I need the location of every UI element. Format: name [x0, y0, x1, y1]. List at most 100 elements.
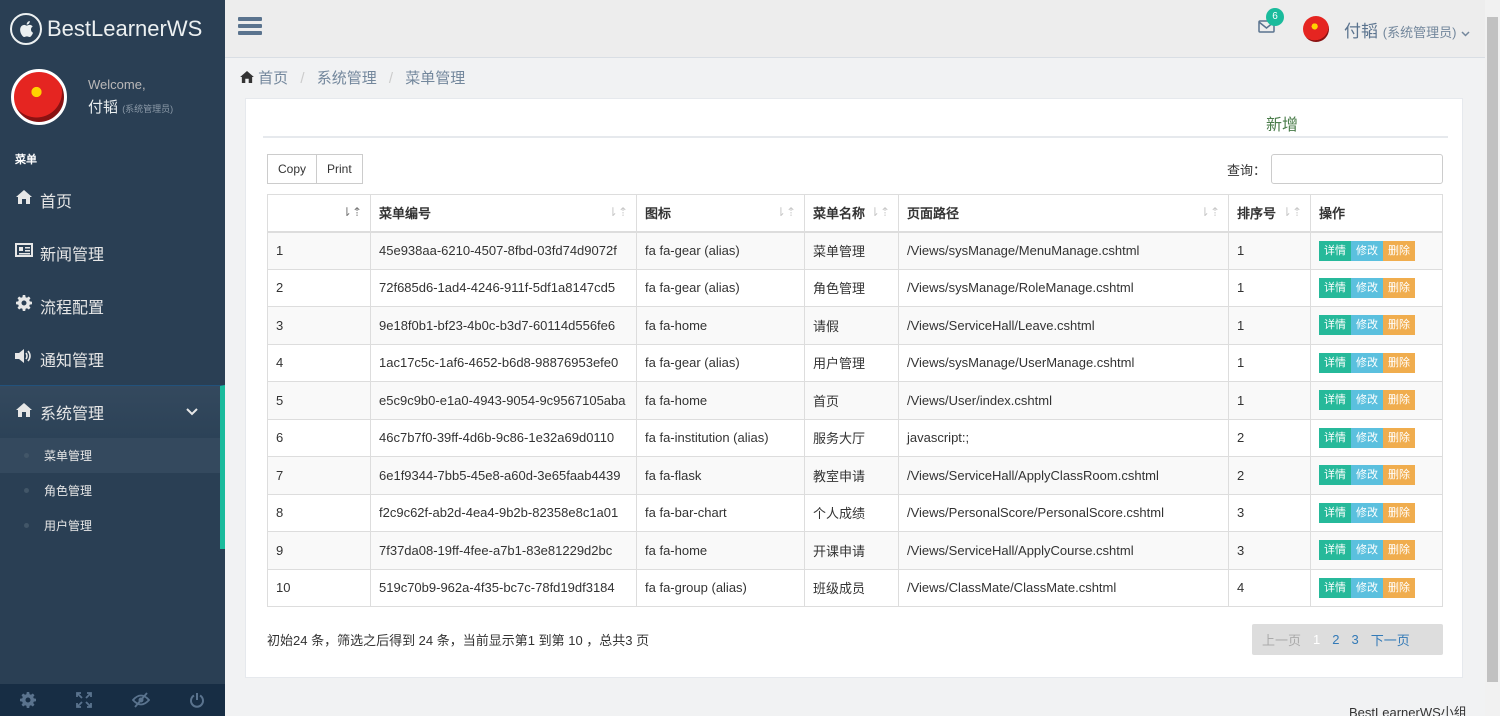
- submenu-item-role[interactable]: 角色管理: [0, 473, 220, 508]
- sidebar-item-news[interactable]: 新闻管理: [0, 226, 225, 279]
- home-icon: [14, 402, 34, 422]
- edit-button[interactable]: 修改: [1351, 577, 1383, 598]
- edit-button[interactable]: 修改: [1351, 315, 1383, 336]
- delete-button[interactable]: 删除: [1383, 315, 1415, 336]
- sidebar: BestLearnerWS Welcome, 付韬 (系统管理员) 菜单 首页 …: [0, 0, 225, 716]
- scrollbar[interactable]: [1485, 0, 1500, 716]
- delete-button[interactable]: 删除: [1383, 352, 1415, 373]
- avatar[interactable]: [1303, 16, 1329, 42]
- page-1-button[interactable]: 1: [1307, 632, 1326, 647]
- cell-menu-id: f2c9c62f-ab2d-4ea4-9b2b-82358e8c1a01: [370, 493, 637, 532]
- cell-index: 1: [267, 231, 371, 270]
- edit-button[interactable]: 修改: [1351, 427, 1383, 448]
- submenu-item-user[interactable]: 用户管理: [0, 508, 220, 543]
- cell-sort-order: 1: [1228, 231, 1311, 270]
- brand[interactable]: BestLearnerWS: [0, 0, 225, 58]
- menu-toggle-icon[interactable]: [238, 17, 262, 37]
- delete-button[interactable]: 删除: [1383, 390, 1415, 411]
- content-panel: 新增 Copy Print 查询： ⇂⇡ 菜单编号 ⇂⇡ 图标 ⇂⇡ 菜单名称 ⇂⇡ …: [245, 98, 1463, 678]
- detail-button[interactable]: 详情: [1319, 277, 1351, 298]
- detail-button[interactable]: 详情: [1319, 540, 1351, 561]
- table-row[interactable]: 7 6e1f9344-7bb5-45e8-a60d-3e65faab4439 fa …: [267, 456, 1443, 495]
- detail-button[interactable]: 详情: [1319, 240, 1351, 261]
- sidebar-item-notice[interactable]: 通知管理: [0, 332, 225, 385]
- detail-button[interactable]: 详情: [1319, 465, 1351, 486]
- detail-button[interactable]: 详情: [1319, 352, 1351, 373]
- page-2-button[interactable]: 2: [1326, 632, 1345, 647]
- edit-button[interactable]: 修改: [1351, 540, 1383, 561]
- cell-sort-order: 2: [1228, 456, 1311, 495]
- cell-menu-id: 6e1f9344-7bb5-45e8-a60d-3e65faab4439: [370, 456, 637, 495]
- delete-button[interactable]: 删除: [1383, 540, 1415, 561]
- sidebar-item-label: 系统管理: [40, 406, 105, 423]
- table-row[interactable]: 8 f2c9c62f-ab2d-4ea4-9b2b-82358e8c1a01 fa …: [267, 493, 1443, 532]
- copy-button[interactable]: Copy: [267, 154, 318, 184]
- search-label: 查询：: [1227, 163, 1267, 178]
- sidebar-item-home[interactable]: 首页: [0, 173, 225, 226]
- table-row[interactable]: 1 45e938aa-6210-4507-8fbd-03fd74d9072f fa …: [267, 231, 1443, 270]
- search-input[interactable]: [1271, 154, 1443, 184]
- table-row[interactable]: 5 e5c9c9b0-e1a0-4943-9054-9c9567105aba fa …: [267, 381, 1443, 420]
- column-header-page-path[interactable]: 页面路径 ⇂⇡: [898, 194, 1229, 233]
- column-header-menu-id[interactable]: 菜单编号 ⇂⇡: [370, 194, 637, 233]
- table-row[interactable]: 4 1ac17c5c-1af6-4652-b6d8-98876953efe0 fa …: [267, 343, 1443, 382]
- settings-icon[interactable]: [0, 684, 56, 716]
- next-page-button[interactable]: 下一页: [1365, 630, 1416, 649]
- fullscreen-icon[interactable]: [56, 684, 112, 716]
- cell-sort-order: 1: [1228, 306, 1311, 345]
- column-header-sort-order[interactable]: 排序号 ⇂⇡: [1228, 194, 1311, 233]
- delete-button[interactable]: 删除: [1383, 277, 1415, 298]
- table-row[interactable]: 9 7f37da08-19ff-4fee-a7b1-83e81229d2bc fa …: [267, 531, 1443, 570]
- prev-page-button[interactable]: 上一页: [1256, 630, 1307, 649]
- cell-page-path: /Views/ServiceHall/ApplyClassRoom.cshtml: [898, 456, 1229, 495]
- add-button[interactable]: 新增: [1266, 111, 1298, 135]
- eye-slash-icon[interactable]: [113, 684, 169, 716]
- breadcrumb-level1[interactable]: 系统管理: [317, 70, 377, 87]
- cell-index: 7: [267, 456, 371, 495]
- delete-button[interactable]: 删除: [1383, 240, 1415, 261]
- table-row[interactable]: 2 72f685d6-1ad4-4246-911f-5df1a8147cd5 fa …: [267, 268, 1443, 307]
- column-header-index[interactable]: ⇂⇡: [267, 194, 371, 233]
- cell-menu-name: 班级成员: [804, 568, 899, 607]
- print-button[interactable]: Print: [317, 154, 363, 184]
- cell-actions: 详情 修改 删除: [1310, 418, 1443, 457]
- cell-page-path: /Views/ServiceHall/Leave.cshtml: [898, 306, 1229, 345]
- avatar[interactable]: [11, 69, 67, 125]
- table-row[interactable]: 3 9e18f0b1-bf23-4b0c-b3d7-60114d556fe6 fa …: [267, 306, 1443, 345]
- edit-button[interactable]: 修改: [1351, 240, 1383, 261]
- page-3-button[interactable]: 3: [1345, 632, 1364, 647]
- detail-button[interactable]: 详情: [1319, 315, 1351, 336]
- user-menu[interactable]: 付韬 (系统管理员): [1344, 17, 1470, 42]
- cell-index: 8: [267, 493, 371, 532]
- cell-page-path: /Views/PersonalScore/PersonalScore.cshtm…: [898, 493, 1229, 532]
- delete-button[interactable]: 删除: [1383, 502, 1415, 523]
- detail-button[interactable]: 详情: [1319, 390, 1351, 411]
- scrollbar-thumb[interactable]: [1487, 17, 1498, 682]
- user-role: (系统管理员): [1382, 25, 1457, 40]
- table-row[interactable]: 10 519c70b9-962a-4f35-bc7c-78fd19df3184 fa…: [267, 568, 1443, 607]
- edit-button[interactable]: 修改: [1351, 465, 1383, 486]
- delete-button[interactable]: 删除: [1383, 465, 1415, 486]
- edit-button[interactable]: 修改: [1351, 390, 1383, 411]
- column-header-menu-name[interactable]: 菜单名称 ⇂⇡: [804, 194, 899, 233]
- sidebar-item-label: 流程配置: [40, 299, 105, 317]
- table-row[interactable]: 6 46c7b7f0-39ff-4d6b-9c86-1e32a69d0110 fa …: [267, 418, 1443, 457]
- edit-button[interactable]: 修改: [1351, 352, 1383, 373]
- breadcrumb-home[interactable]: 首页: [258, 70, 288, 87]
- column-header-icon[interactable]: 图标 ⇂⇡: [636, 194, 805, 233]
- detail-button[interactable]: 详情: [1319, 502, 1351, 523]
- detail-button[interactable]: 详情: [1319, 427, 1351, 448]
- cell-sort-order: 3: [1228, 531, 1311, 570]
- cell-icon: fa fa-home: [636, 306, 805, 345]
- detail-button[interactable]: 详情: [1319, 577, 1351, 598]
- power-icon[interactable]: [169, 684, 225, 716]
- edit-button[interactable]: 修改: [1351, 502, 1383, 523]
- table-header-row: ⇂⇡ 菜单编号 ⇂⇡ 图标 ⇂⇡ 菜单名称 ⇂⇡ 页面路径 ⇂⇡ 排序号 ⇂⇡ 操作: [267, 194, 1443, 233]
- submenu-item-menu[interactable]: 菜单管理: [0, 438, 220, 473]
- sidebar-item-workflow[interactable]: 流程配置: [0, 279, 225, 332]
- delete-button[interactable]: 删除: [1383, 427, 1415, 448]
- delete-button[interactable]: 删除: [1383, 577, 1415, 598]
- sort-icon: ⇂⇡: [1281, 205, 1302, 219]
- sidebar-item-system[interactable]: 系统管理: [0, 385, 225, 438]
- edit-button[interactable]: 修改: [1351, 277, 1383, 298]
